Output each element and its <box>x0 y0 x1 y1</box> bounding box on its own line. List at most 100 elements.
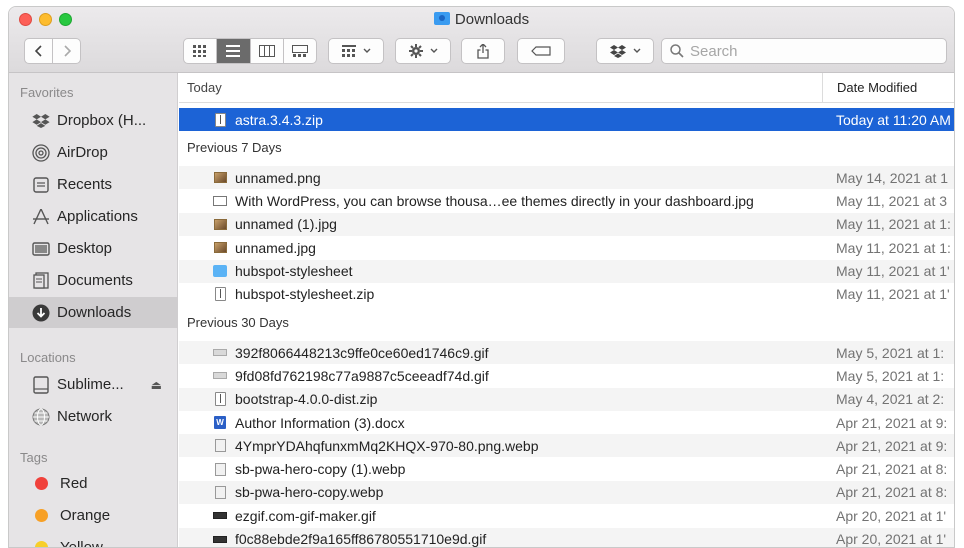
file-row[interactable]: unnamed.jpg May 11, 2021 at 1: <box>179 236 954 259</box>
file-date-modified: Apr 21, 2021 at 8: <box>836 461 948 478</box>
word-document-icon: W <box>213 415 227 430</box>
gallery-view-button[interactable] <box>284 39 316 63</box>
sidebar-item-applications[interactable]: Applications <box>9 201 178 232</box>
window-title: Downloads <box>9 11 954 28</box>
file-name: bootstrap-4.0.0-dist.zip <box>235 391 378 408</box>
orange-tag-dot <box>35 509 48 522</box>
date-modified-column-header[interactable]: Date Modified <box>822 73 954 103</box>
file-row[interactable]: hubspot-stylesheet.zip May 11, 2021 at 1' <box>179 283 954 306</box>
finder-window: Downloads Search Favorites Dropbox (H...… <box>8 6 955 548</box>
columns-icon <box>258 45 275 57</box>
sidebar-item-dropbox[interactable]: Dropbox (H... <box>9 105 178 136</box>
zip-file-icon <box>213 392 227 407</box>
list-view-button[interactable] <box>217 39 251 63</box>
gif-file-icon <box>213 532 227 547</box>
sidebar-item-label: Yellow <box>60 539 103 548</box>
file-row[interactable]: 392f8066448213c9ffe0ce60ed1746c9.gif May … <box>179 341 954 365</box>
sidebar-item-tag-yellow[interactable]: Yellow <box>9 532 178 548</box>
file-name: sb-pwa-hero-copy.webp <box>235 484 384 501</box>
group-by-button[interactable] <box>328 38 384 64</box>
search-field[interactable]: Search <box>661 38 947 64</box>
eject-icon[interactable]: ⏏ <box>151 378 162 392</box>
file-list: Today Date Modified astra.3.4.3.zip Today… <box>179 73 954 547</box>
file-name: astra.3.4.3.zip <box>235 111 323 128</box>
sidebar-item-label: Documents <box>57 272 133 289</box>
action-menu-button[interactable] <box>395 38 451 64</box>
sidebar-item-airdrop[interactable]: AirDrop <box>9 137 178 168</box>
file-name: 9fd08fd762198c77a9887c5ceeadf74d.gif <box>235 367 489 384</box>
file-name: 4YmprYDAhqfunxmMq2KHQX-970-80.png.webp <box>235 437 539 454</box>
sidebar-item-tag-orange[interactable]: Orange <box>9 500 178 531</box>
sidebar-item-label: Sublime... <box>57 376 124 393</box>
favorites-header: Favorites <box>20 85 74 100</box>
gear-icon <box>408 44 423 58</box>
edit-tags-button[interactable] <box>517 38 565 64</box>
navigation-buttons <box>24 38 81 64</box>
sidebar-item-recents[interactable]: Recents <box>9 169 178 200</box>
file-date-modified: Apr 21, 2021 at 9: <box>836 437 948 454</box>
back-button[interactable] <box>25 39 53 63</box>
locations-header: Locations <box>20 350 76 365</box>
sidebar-item-downloads[interactable]: Downloads <box>9 297 178 328</box>
sidebar-item-label: Red <box>60 475 88 492</box>
name-column-header[interactable]: Today <box>187 80 222 95</box>
file-date-modified: May 5, 2021 at 1: <box>836 367 945 384</box>
sidebar-item-sublime[interactable]: Sublime... ⏏ <box>9 369 178 400</box>
file-row[interactable]: hubspot-stylesheet May 11, 2021 at 1' <box>179 259 954 283</box>
grid-icon <box>193 45 207 57</box>
chevron-down-icon <box>363 48 370 53</box>
file-row[interactable]: unnamed.png May 14, 2021 at 1 <box>179 166 954 190</box>
view-mode-selector <box>183 38 317 64</box>
file-row[interactable]: sb-pwa-hero-copy.webp Apr 21, 2021 at 8: <box>179 480 954 504</box>
gallery-icon <box>291 45 308 57</box>
chevron-left-icon <box>34 45 42 57</box>
file-date-modified: Apr 21, 2021 at 9: <box>836 414 948 431</box>
dropbox-menu-button[interactable] <box>596 38 654 64</box>
dropbox-icon <box>609 44 626 58</box>
sidebar-item-label: Recents <box>57 176 113 193</box>
file-name: With WordPress, you can browse thousa…ee… <box>235 193 754 210</box>
file-name: Author Information (3).docx <box>235 414 405 431</box>
file-name: sb-pwa-hero-copy (1).webp <box>235 461 406 478</box>
tags-header: Tags <box>20 450 48 465</box>
airdrop-icon <box>31 143 51 162</box>
gif-file-icon <box>213 368 227 383</box>
yellow-tag-dot <box>35 541 48 547</box>
sidebar-item-label: Dropbox (H... <box>57 112 147 129</box>
sidebar-item-tag-red[interactable]: Red <box>9 468 178 499</box>
file-row[interactable]: astra.3.4.3.zip Today at 11:20 AM <box>179 108 954 131</box>
file-row[interactable]: ezgif.com-gif-maker.gif Apr 20, 2021 at 1… <box>179 504 954 527</box>
file-name: hubspot-stylesheet.zip <box>235 286 375 303</box>
file-row[interactable]: 4YmprYDAhqfunxmMq2KHQX-970-80.png.webp Ap… <box>179 434 954 458</box>
file-date-modified: May 11, 2021 at 1: <box>836 239 951 256</box>
network-icon <box>31 408 51 426</box>
forward-button[interactable] <box>53 39 80 63</box>
file-name: hubspot-stylesheet <box>235 263 353 279</box>
sidebar-item-desktop[interactable]: Desktop <box>9 233 178 264</box>
image-file-icon <box>213 240 227 255</box>
file-row[interactable]: unnamed (1).jpg May 11, 2021 at 1: <box>179 212 954 236</box>
file-row[interactable]: f0c88ebde2f9a165ff86780551710e9d.gif Apr … <box>179 527 954 547</box>
sidebar-item-label: Network <box>57 408 113 425</box>
zip-file-icon <box>213 287 227 302</box>
file-date-modified: Today at 11:20 AM <box>836 111 951 128</box>
file-row[interactable]: bootstrap-4.0.0-dist.zip May 4, 2021 at 2… <box>179 387 954 411</box>
sidebar-item-network[interactable]: Network <box>9 401 178 432</box>
file-row[interactable]: With WordPress, you can browse thousa…ee… <box>179 190 954 213</box>
zip-file-icon <box>213 112 227 127</box>
sidebar-item-label: Applications <box>57 208 138 225</box>
gif-file-icon <box>213 345 227 360</box>
column-view-button[interactable] <box>251 39 284 63</box>
file-row[interactable]: W Author Information (3).docx Apr 21, 2021… <box>179 411 954 434</box>
share-button[interactable] <box>461 38 505 64</box>
file-row[interactable]: 9fd08fd762198c77a9887c5ceeadf74d.gif May … <box>179 364 954 387</box>
icon-view-button[interactable] <box>184 39 218 63</box>
documents-icon <box>31 272 51 290</box>
sidebar: Favorites Dropbox (H... AirDrop Recents … <box>9 73 178 548</box>
sidebar-item-documents[interactable]: Documents <box>9 265 178 296</box>
desktop-icon <box>31 240 51 258</box>
downloads-icon <box>31 304 51 322</box>
file-date-modified: Apr 20, 2021 at 1' <box>836 531 947 547</box>
dropbox-icon <box>31 112 51 130</box>
file-row[interactable]: sb-pwa-hero-copy (1).webp Apr 21, 2021 at… <box>179 458 954 481</box>
